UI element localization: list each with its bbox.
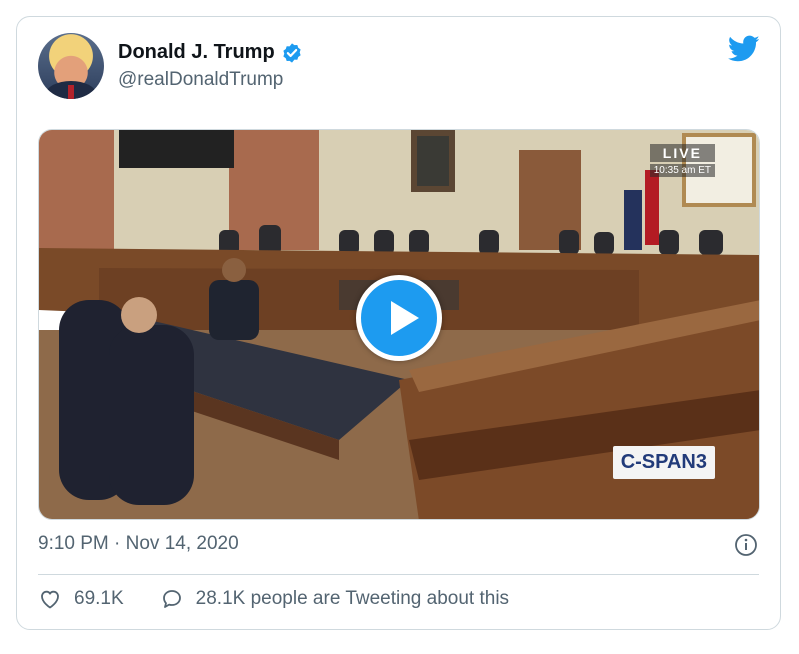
avatar-tie: [68, 85, 74, 99]
network-logo: C-SPAN3: [612, 446, 715, 479]
like-count: 69.1K: [74, 588, 124, 609]
divider: [38, 574, 759, 575]
author-name-row: Donald J. Trump: [118, 41, 303, 64]
tweet-actions: 69.1K 28.1K people are Tweeting about th…: [38, 587, 509, 611]
conversation-text: 28.1K people are Tweeting about this: [195, 588, 510, 609]
info-icon[interactable]: [734, 533, 758, 557]
avatar[interactable]: [38, 33, 104, 99]
speech-bubble-icon: [162, 590, 181, 608]
play-icon[interactable]: [356, 274, 442, 361]
handle[interactable]: @realDonaldTrump: [118, 69, 283, 91]
verified-badge-icon: [283, 42, 301, 63]
video-player[interactable]: LIVE 10:35 am ET C-SPAN3: [38, 129, 760, 520]
live-badge: LIVE 10:35 am ET: [649, 144, 715, 177]
tweet-card[interactable]: Donald J. Trump @realDonaldTrump LIVE 10…: [16, 16, 781, 630]
tweet-timestamp[interactable]: 9:10 PM · Nov 14, 2020: [38, 533, 239, 555]
live-label: LIVE: [649, 144, 715, 162]
twitter-bird-icon[interactable]: [728, 35, 760, 63]
live-time: 10:35 am ET: [649, 164, 715, 177]
like-button[interactable]: 69.1K: [38, 587, 124, 611]
conversation-link[interactable]: 28.1K people are Tweeting about this: [160, 587, 509, 611]
heart-icon: [41, 590, 59, 609]
display-name[interactable]: Donald J. Trump: [118, 41, 275, 64]
